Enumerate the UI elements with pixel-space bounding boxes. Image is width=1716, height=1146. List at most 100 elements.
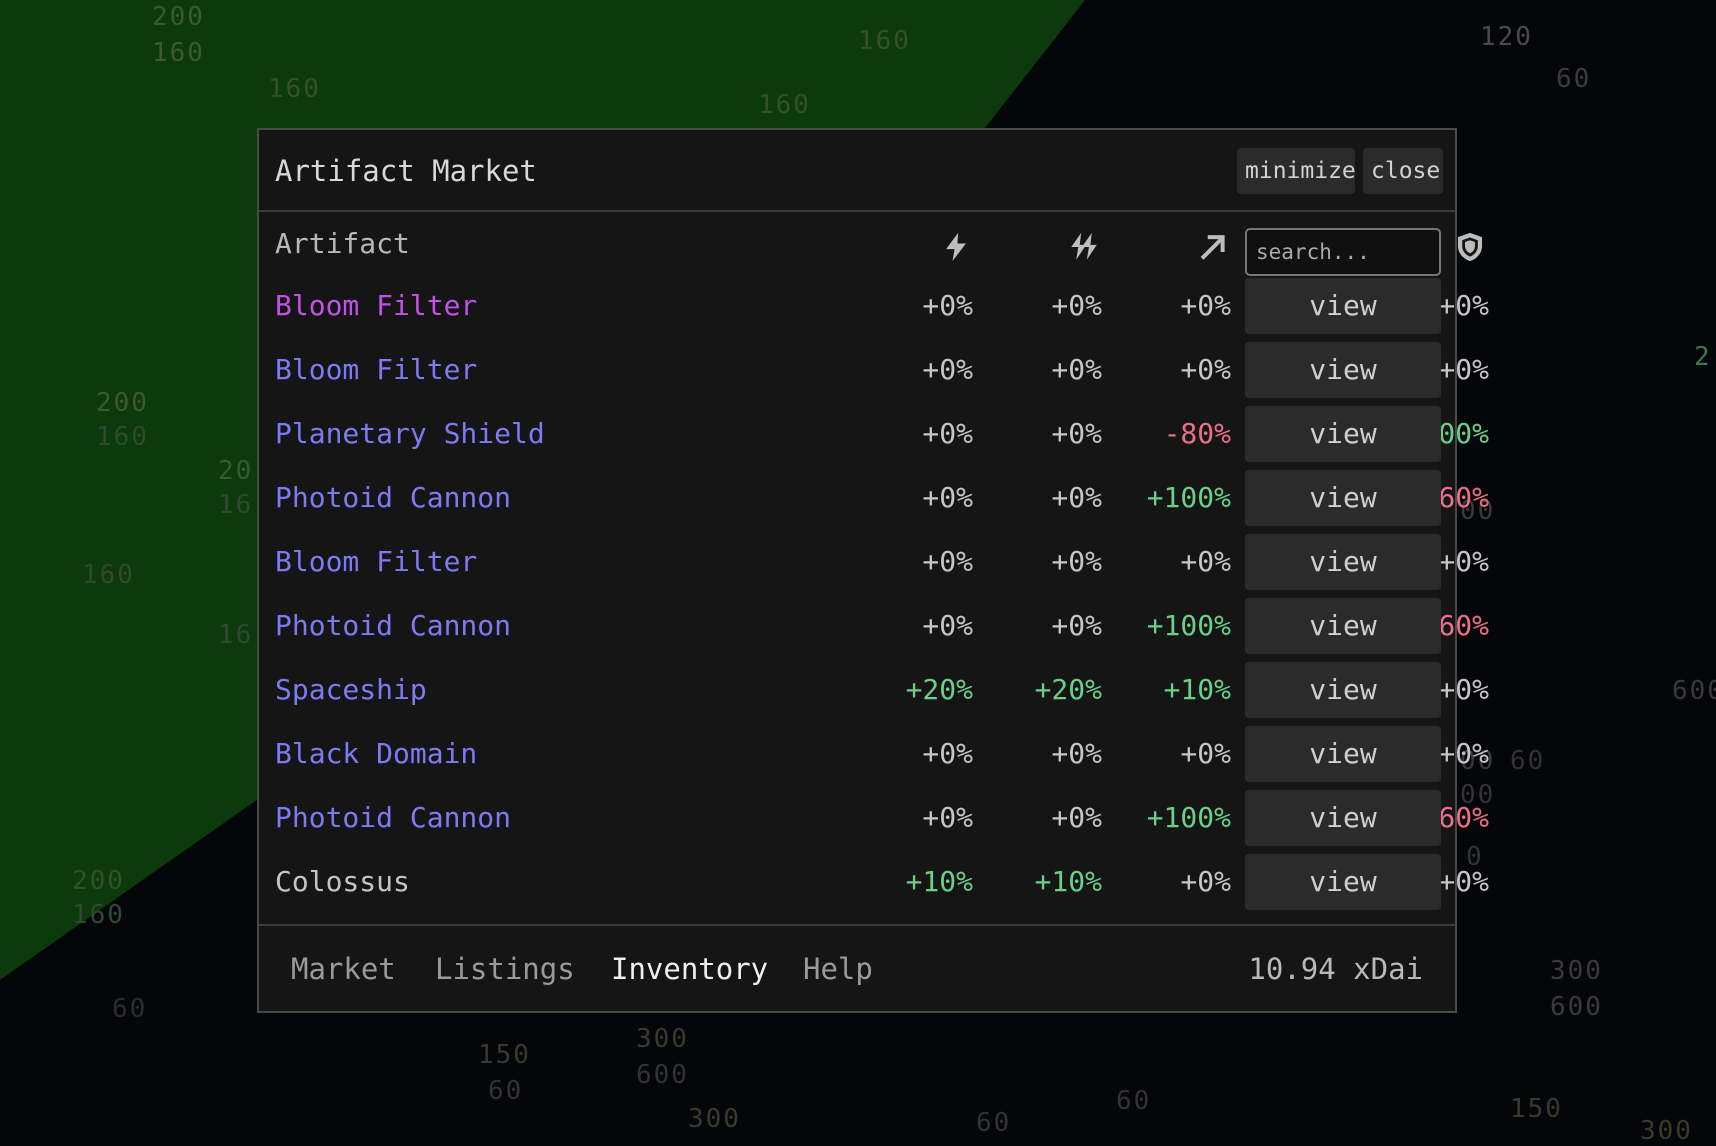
map-coordinate-label: 160 — [268, 74, 321, 104]
view-button[interactable]: view — [1245, 278, 1441, 334]
map-coordinate-label: 600 — [636, 1060, 689, 1090]
table-row: Photoid Cannon+0%+0%+100%+900%-60%view — [259, 466, 1489, 530]
footer-tab-bar: Market Listings Inventory Help 10.94 xDa… — [259, 924, 1455, 1013]
stat-value: +0% — [922, 417, 973, 450]
window-header: Artifact Market minimize close — [259, 130, 1455, 212]
tab-help[interactable]: Help — [803, 952, 873, 986]
table-row: Bloom Filter+0%+0%+0%+0%+0%view — [259, 530, 1489, 594]
artifact-name[interactable]: Bloom Filter — [275, 530, 477, 594]
map-coordinate-label: 600 — [1550, 992, 1603, 1022]
tab-listings[interactable]: Listings — [435, 952, 575, 986]
window-title: Artifact Market — [275, 154, 537, 188]
minimize-button[interactable]: minimize — [1237, 148, 1356, 194]
map-coordinate-label: 300 — [1550, 956, 1603, 986]
stat-value: +0% — [1051, 801, 1102, 834]
stat-value: +0% — [922, 801, 973, 834]
map-coordinate-label: 120 — [1480, 22, 1533, 52]
stat-value: +0% — [1051, 545, 1102, 578]
artifact-name[interactable]: Photoid Cannon — [275, 594, 511, 658]
stat-value: +0% — [922, 481, 973, 514]
stat-value: +0% — [1051, 353, 1102, 386]
artifact-market-window: Artifact Market minimize close Artifact — [257, 128, 1489, 1013]
stat-value: +10% — [1163, 673, 1231, 706]
table-row: Bloom Filter+0%+0%+0%+0%+0%view — [259, 338, 1489, 402]
table-row: Photoid Cannon+0%+0%+100%+900%-60%view — [259, 594, 1489, 658]
artifact-name[interactable]: Planetary Shield — [275, 402, 545, 466]
stat-value: +0% — [922, 353, 973, 386]
stat-value: +0% — [922, 737, 973, 770]
map-coordinate-label: 160 — [96, 422, 149, 452]
xdai-balance: 10.94 xDai — [1248, 952, 1423, 986]
map-coordinate-label: 300 — [688, 1104, 741, 1134]
map-coordinate-label: 200 — [96, 388, 149, 418]
artifact-name[interactable]: Bloom Filter — [275, 338, 477, 402]
artifact-name[interactable]: Photoid Cannon — [275, 786, 511, 850]
close-button[interactable]: close — [1363, 148, 1443, 194]
map-coordinate-label: 60 — [976, 1108, 1012, 1138]
arrow-up-right-icon — [1200, 235, 1225, 260]
stat-value: +0% — [922, 609, 973, 642]
view-button[interactable]: view — [1245, 854, 1441, 910]
map-coordinate-label: 160 — [152, 38, 205, 68]
map-coordinate-label: 2 — [1694, 342, 1712, 372]
map-coordinate-label: 16 — [218, 620, 254, 650]
stat-value: +100% — [1146, 609, 1231, 642]
map-coordinate-label: 150 — [1510, 1094, 1563, 1124]
stat-value: +10% — [905, 865, 973, 898]
table-row: Spaceship+20%+20%+10%+0%+0%view — [259, 658, 1489, 722]
table-row: Bloom Filter+0%+0%+0%+0%+0%view — [259, 274, 1489, 338]
view-button[interactable]: view — [1245, 534, 1441, 590]
view-button[interactable]: view — [1245, 726, 1441, 782]
view-button[interactable]: view — [1245, 470, 1441, 526]
artifact-name[interactable]: Colossus — [275, 850, 410, 914]
stat-value: -80% — [1163, 417, 1231, 450]
table-row: Planetary Shield+0%+0%-80%-80%+100%view — [259, 402, 1489, 466]
view-button[interactable]: view — [1245, 598, 1441, 654]
table-header-row: Artifact — [259, 212, 1483, 276]
stat-value: +0% — [922, 545, 973, 578]
map-coordinate-label: 160 — [858, 26, 911, 56]
artifact-name[interactable]: Bloom Filter — [275, 274, 477, 338]
artifact-name[interactable]: Spaceship — [275, 658, 427, 722]
stat-value: +0% — [1051, 417, 1102, 450]
map-coordinate-label: 160 — [758, 90, 811, 120]
map-coordinate-label: 20 — [218, 456, 254, 486]
view-button[interactable]: view — [1245, 342, 1441, 398]
artifact-name[interactable]: Black Domain — [275, 722, 477, 786]
table-row: Photoid Cannon+0%+0%+100%+900%-60%view — [259, 786, 1489, 850]
artifact-name[interactable]: Photoid Cannon — [275, 466, 511, 530]
tab-inventory[interactable]: Inventory — [611, 952, 768, 986]
stat-value: +0% — [1051, 609, 1102, 642]
map-coordinate-label: 200 — [152, 2, 205, 32]
table-row: Colossus+10%+10%+0%+5%+0%view — [259, 850, 1489, 914]
map-coordinate-label: 200 — [72, 866, 125, 896]
stat-value: +10% — [1034, 865, 1102, 898]
stat-value: +20% — [905, 673, 973, 706]
stat-value: +0% — [1180, 289, 1231, 322]
lightning-icon — [946, 232, 966, 262]
view-button[interactable]: view — [1245, 790, 1441, 846]
view-button[interactable]: view — [1245, 662, 1441, 718]
stat-value: +0% — [1180, 353, 1231, 386]
map-coordinate-label: 60 — [1510, 746, 1546, 776]
table-row: Black Domain+0%+0%+0%+0%+0%view — [259, 722, 1489, 786]
view-button[interactable]: view — [1245, 406, 1441, 462]
stat-value: +0% — [1180, 737, 1231, 770]
map-coordinate-label: 60 — [1556, 64, 1592, 94]
tab-market[interactable]: Market — [291, 952, 396, 986]
stat-value: +0% — [1051, 289, 1102, 322]
stat-value: +100% — [1146, 481, 1231, 514]
map-coordinate-label: 60 — [488, 1076, 524, 1106]
map-coordinate-label: 60 — [112, 994, 148, 1024]
map-coordinate-label: 60 — [1116, 1086, 1152, 1116]
stat-value: +0% — [1180, 865, 1231, 898]
stat-value: +100% — [1146, 801, 1231, 834]
shield-icon — [1457, 232, 1483, 262]
double-lightning-icon — [1071, 232, 1097, 260]
stat-value: +0% — [922, 289, 973, 322]
map-coordinate-label: 160 — [72, 900, 125, 930]
search-input[interactable] — [1245, 228, 1441, 276]
stat-value: +20% — [1034, 673, 1102, 706]
stat-value: +0% — [1051, 481, 1102, 514]
map-coordinate-label: 160 — [82, 560, 135, 590]
